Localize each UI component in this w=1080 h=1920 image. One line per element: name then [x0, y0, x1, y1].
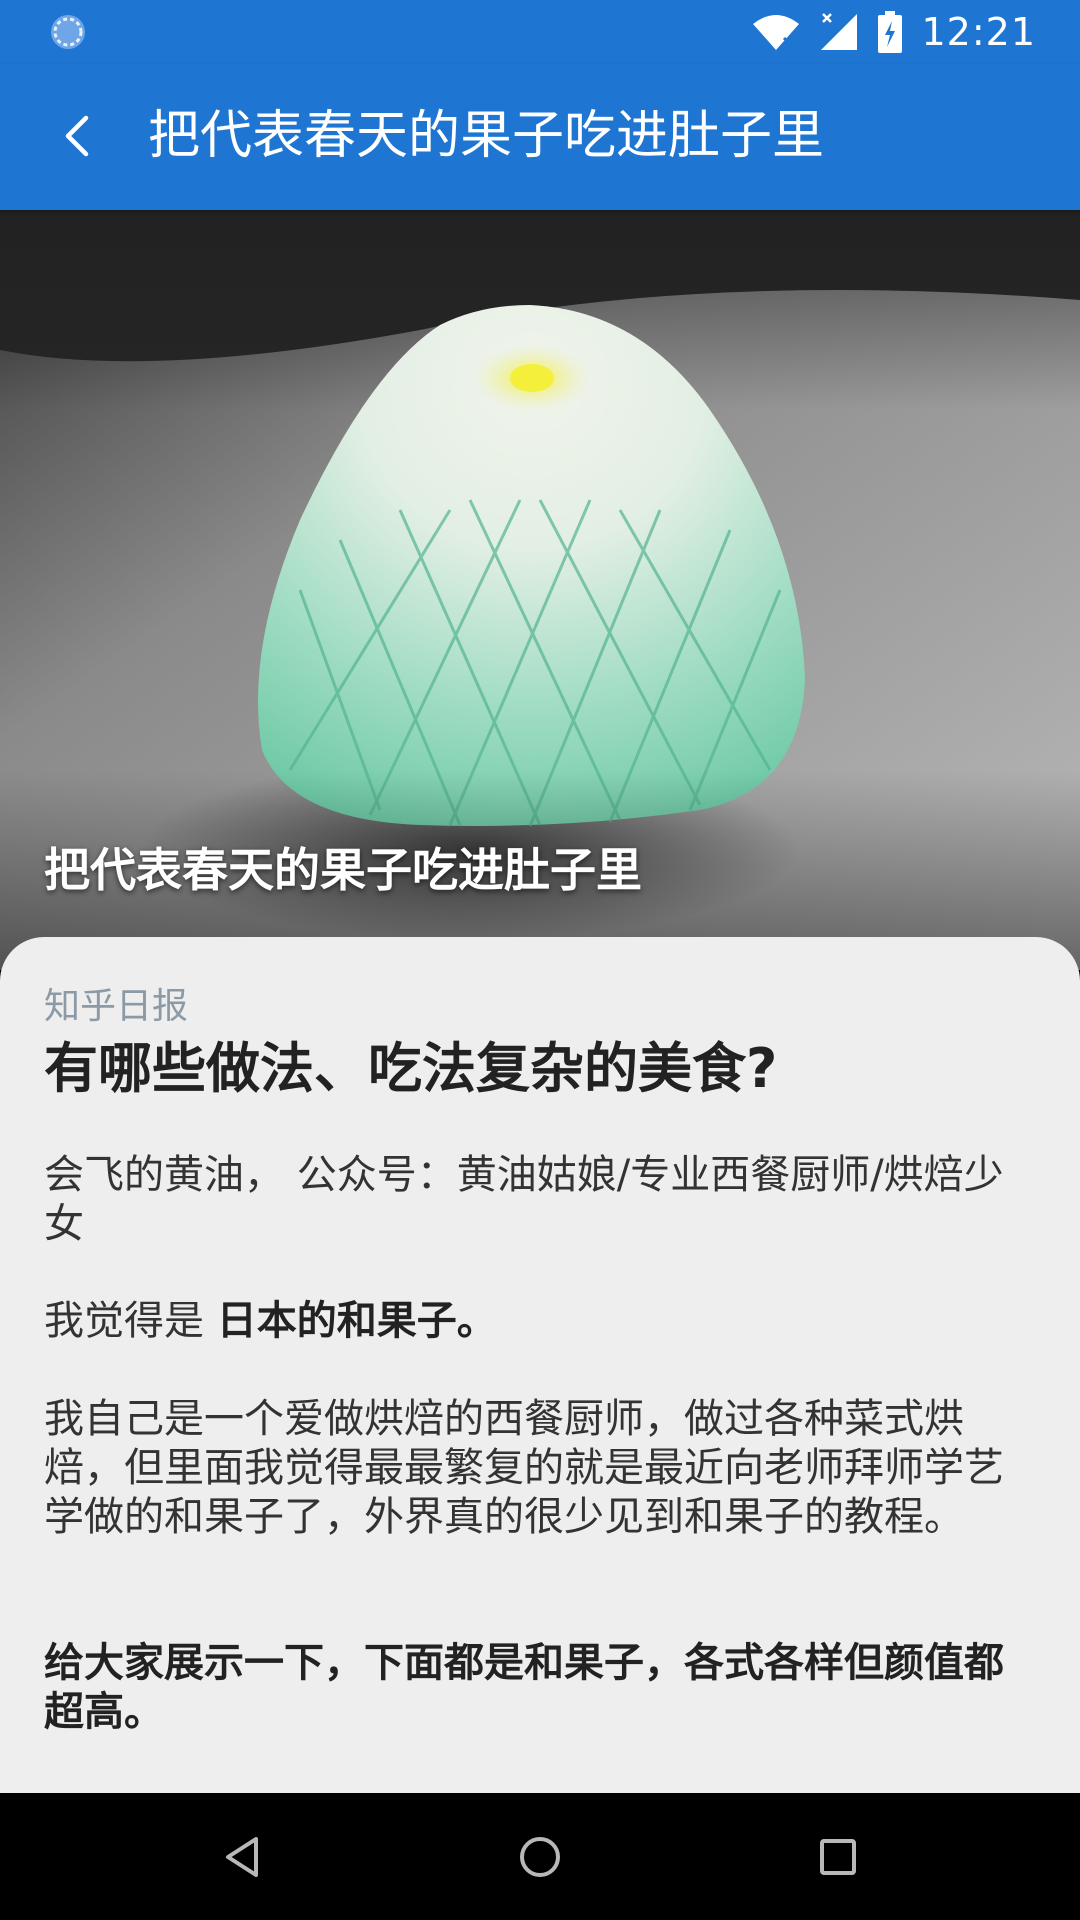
answer-description: 我自己是一个爱做烘焙的西餐厨师，做过各种菜式烘焙，但里面我觉得最最繁复的就是最近…: [44, 1396, 1004, 1540]
status-time: 12:21: [921, 10, 1036, 54]
back-button[interactable]: [40, 98, 116, 174]
status-bar: 12:21: [0, 0, 1080, 64]
battery-charging-icon: [878, 11, 903, 53]
answer-showcase: 给大家展示一下，下面都是和果子，各式各样但颜值都超高。: [44, 1640, 1004, 1735]
hero-image[interactable]: 把代表春天的果子吃进肚子里: [0, 210, 1080, 970]
answer-intro: 我觉得是 日本的和果子。: [44, 1297, 1034, 1346]
loading-icon: [51, 15, 85, 49]
author-line: 会飞的黄油， 公众号：黄油姑娘/专业西餐厨师/烘焙少女: [44, 1152, 1004, 1247]
home-circle-icon: [520, 1837, 560, 1877]
nav-home-button[interactable]: [504, 1821, 576, 1893]
navigation-bar: [0, 1793, 1080, 1920]
wifi-icon: [753, 15, 800, 50]
source-label: 知乎日报: [44, 986, 189, 1027]
answer-intro-bold: 日本的和果子。: [216, 1298, 497, 1344]
recents-square-icon: [820, 1839, 856, 1875]
article-card: 知乎日报 有哪些做法、吃法复杂的美食? 会飞的黄油， 公众号：黄油姑娘/专业西餐…: [0, 937, 1080, 1793]
question-title: 有哪些做法、吃法复杂的美食?: [44, 1037, 778, 1100]
nav-back-button[interactable]: [206, 1821, 278, 1893]
page-title: 把代表春天的果子吃进肚子里: [148, 106, 825, 166]
nav-recents-button[interactable]: [802, 1821, 874, 1893]
signal-icon: [821, 13, 858, 50]
back-triangle-icon: [226, 1837, 258, 1877]
app-bar: 把代表春天的果子吃进肚子里: [0, 64, 1080, 210]
answer-intro-prefix: 我觉得是: [44, 1298, 217, 1344]
status-icons: 12:21: [751, 8, 1036, 56]
hero-caption: 把代表春天的果子吃进肚子里: [44, 843, 642, 897]
chevron-left-icon: [65, 115, 89, 157]
